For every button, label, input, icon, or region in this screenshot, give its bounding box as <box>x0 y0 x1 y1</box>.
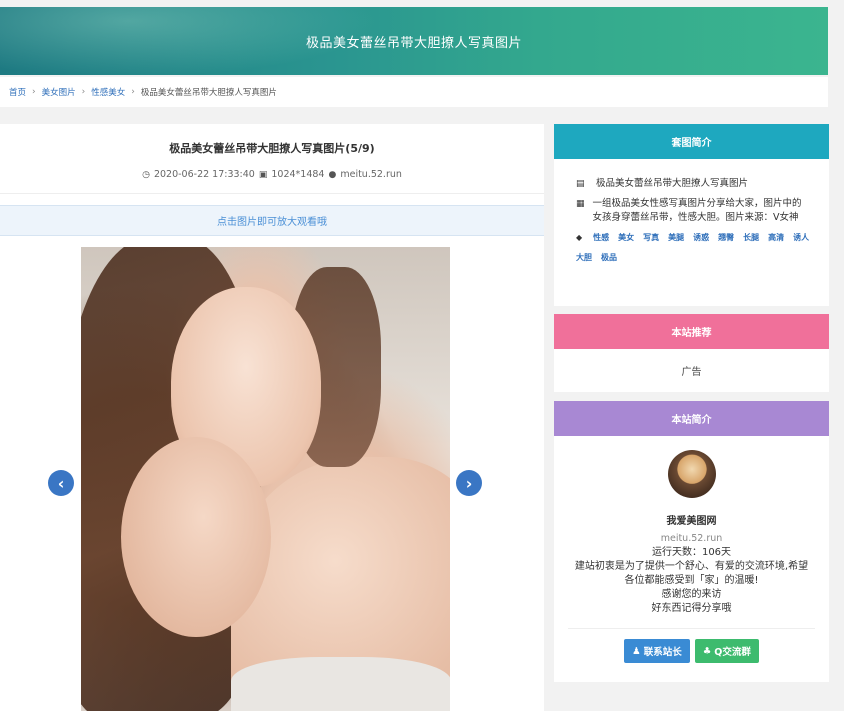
article-resolution: 1024*1484 <box>271 169 325 180</box>
image-icon: ▣ <box>258 169 268 180</box>
breadcrumb-current: 极品美女蕾丝吊带大胆撩人写真图片 <box>140 88 277 98</box>
divider <box>568 628 815 629</box>
next-image-button[interactable]: › <box>456 470 482 496</box>
banner-title: 极品美女蕾丝吊带大胆撩人写真图片 <box>305 35 522 51</box>
breadcrumb-separator: › <box>131 87 135 97</box>
ad-placeholder: 广告 <box>681 367 702 378</box>
site-name: 我爱美图网 <box>666 516 717 527</box>
gallery-description: 一组极品美女性感写真图片分享给大家，图片中的女孩身穿蕾丝吊带，性感大胆。图片来源… <box>592 198 802 223</box>
tag-link[interactable]: 翘臀 <box>718 231 734 245</box>
tags-icon: ◆ <box>576 233 583 242</box>
gallery-name: 极品美女蕾丝吊带大胆撩人写真图片 <box>596 178 749 189</box>
breadcrumb-separator: › <box>81 87 86 97</box>
tag-link[interactable]: 美女 <box>618 231 634 245</box>
qq-group-label: Q交流群 <box>714 647 751 658</box>
breadcrumb-category[interactable]: 美女图片 <box>42 86 76 98</box>
about-text-line: 建站初衷是为了提供一个舒心、有爱的交流环境,希望 <box>574 561 809 572</box>
prev-image-button[interactable]: ‹ <box>48 470 74 496</box>
breadcrumb-separator: › <box>32 87 36 97</box>
header-banner: 极品美女蕾丝吊带大胆撩人写真图片 <box>0 7 828 75</box>
tag-list: ◆ 性感 美女 写真 美腿 诱惑 翘臀 长腿 高清 诱人 大胆 极品 <box>576 231 811 265</box>
breadcrumb: 首页 › 美女图片 › 性感美女 › 极品美女蕾丝吊带大胆撩人写真图片 <box>0 77 828 107</box>
breadcrumb-home[interactable]: 首页 <box>9 86 26 98</box>
tag-link[interactable]: 高清 <box>768 231 784 245</box>
users-icon: ♣ <box>702 645 712 657</box>
photo-dress <box>231 657 450 711</box>
chevron-right-icon: › <box>465 473 473 493</box>
tag-link[interactable]: 大胆 <box>576 251 592 265</box>
tag-link[interactable]: 诱人 <box>793 231 809 245</box>
article-panel: 极品美女蕾丝吊带大胆撩人写真图片(5/9) ◷ 2020-06-22 17:33… <box>0 124 544 711</box>
gallery-info-card: 套图简介 ▤ 极品美女蕾丝吊带大胆撩人写真图片 ▦ 一组极品美女性感写真图片分享… <box>554 124 829 306</box>
calendar-icon: ▦ <box>576 199 585 209</box>
tag-link[interactable]: 写真 <box>643 231 659 245</box>
main-photo[interactable] <box>81 247 450 711</box>
about-text-line: 各位都能感受到「家」的温暖! <box>624 575 759 586</box>
running-days: 运行天数：106天 <box>651 547 732 558</box>
gallery-info-header: 套图简介 <box>554 124 829 159</box>
tag-link[interactable]: 美腿 <box>668 231 684 245</box>
contact-owner-label: 联系站长 <box>643 647 682 658</box>
recommend-header: 本站推荐 <box>554 314 829 349</box>
user-icon: ● <box>328 169 337 180</box>
zoom-tip: 点击图片即可放大观看哦 <box>0 205 544 236</box>
about-text-line: 感谢您的来访 <box>661 589 722 600</box>
about-text-line: 好东西记得分享哦 <box>651 603 732 614</box>
article-date: 2020-06-22 17:33:40 <box>153 169 255 180</box>
article-meta: ◷ 2020-06-22 17:33:40 ▣ 1024*1484 ● meit… <box>0 169 544 180</box>
tag-link[interactable]: 极品 <box>601 251 617 265</box>
breadcrumb-subcategory[interactable]: 性感美女 <box>91 86 125 98</box>
about-header: 本站简介 <box>554 401 829 436</box>
article-author: meitu.52.run <box>340 169 402 180</box>
recommend-card: 本站推荐 广告 <box>554 314 829 392</box>
about-card: 本站简介 我爱美图网 meitu.52.run 运行天数：106天 建站初衷是为… <box>554 401 829 682</box>
tag-link[interactable]: 诱惑 <box>693 231 709 245</box>
chevron-left-icon: ‹ <box>57 473 65 493</box>
clock-icon: ◷ <box>142 169 150 180</box>
tag-link[interactable]: 性感 <box>593 231 609 245</box>
contact-owner-button[interactable]: ♟ 联系站长 <box>624 639 690 663</box>
qq-group-button[interactable]: ♣ Q交流群 <box>694 639 759 663</box>
book-icon: ▤ <box>576 179 585 189</box>
article-title: 极品美女蕾丝吊带大胆撩人写真图片(5/9) <box>169 142 375 155</box>
site-domain: meitu.52.run <box>660 533 723 544</box>
tag-link[interactable]: 长腿 <box>743 231 759 245</box>
avatar <box>667 450 716 498</box>
divider <box>0 193 544 194</box>
photo-hand <box>121 437 271 637</box>
bell-icon: ♟ <box>632 645 641 657</box>
